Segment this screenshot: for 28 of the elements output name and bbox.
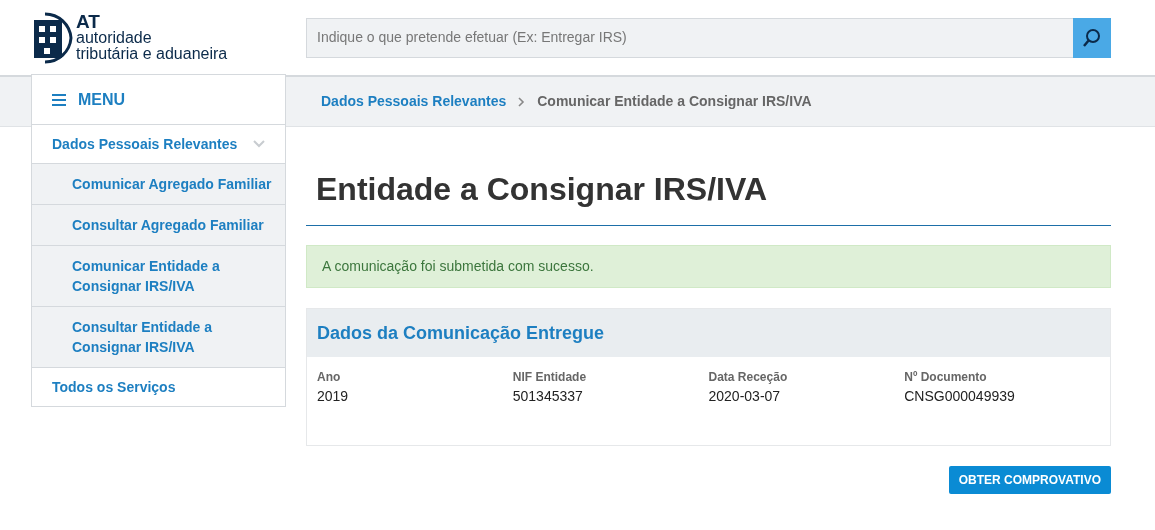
chevron-right-icon: [518, 96, 526, 107]
success-alert: A comunicação foi submetida com sucesso.: [306, 245, 1111, 288]
field-value: 2019: [317, 387, 350, 406]
menu-icon: [52, 93, 66, 106]
panel-title: Dados da Comunicação Entregue: [317, 321, 605, 345]
sidebar-subitem[interactable]: Comunicar Entidade a Consignar IRS/IVA: [72, 256, 280, 296]
field-value: 2020-03-07: [708, 387, 782, 406]
search-button[interactable]: [1073, 17, 1111, 58]
logo-emblem-icon: [33, 11, 73, 64]
field-label: NIF Entidade: [512, 369, 588, 386]
field-value: 501345337: [512, 387, 584, 406]
sidebar-subitem[interactable]: Consultar Entidade a Consignar IRS/IVA: [72, 317, 280, 357]
field-value: CNSG000049939: [904, 387, 1016, 406]
page-title: Entidade a Consignar IRS/IVA: [306, 165, 1111, 226]
search-field[interactable]: Indique o que pretende efetuar (Ex: Entregar IRS): [306, 17, 1073, 58]
search-icon: [1082, 27, 1102, 48]
field-label: Nº Documento: [904, 369, 988, 386]
logo-text: autoridade: [76, 29, 153, 46]
sidebar-item[interactable]: Todos os Serviços: [52, 378, 176, 396]
breadcrumb-current: Comunicar Entidade a Consignar IRS/IVA: [537, 92, 812, 111]
field-label: Ano: [317, 369, 342, 386]
obter-comprovativo-button[interactable]: OBTER COMPROVATIVO: [948, 466, 1111, 494]
breadcrumb-link[interactable]: Dados Pessoais Relevantes: [321, 91, 507, 112]
sidebar-subitem[interactable]: Consultar Agregado Familiar: [72, 215, 280, 235]
logo-text: tributária e aduaneira: [76, 45, 228, 62]
logo-abbreviation: AT: [76, 13, 100, 30]
field-label: Data Receção: [708, 369, 789, 386]
sidebar-subitem[interactable]: Comunicar Agregado Familiar: [72, 174, 280, 194]
